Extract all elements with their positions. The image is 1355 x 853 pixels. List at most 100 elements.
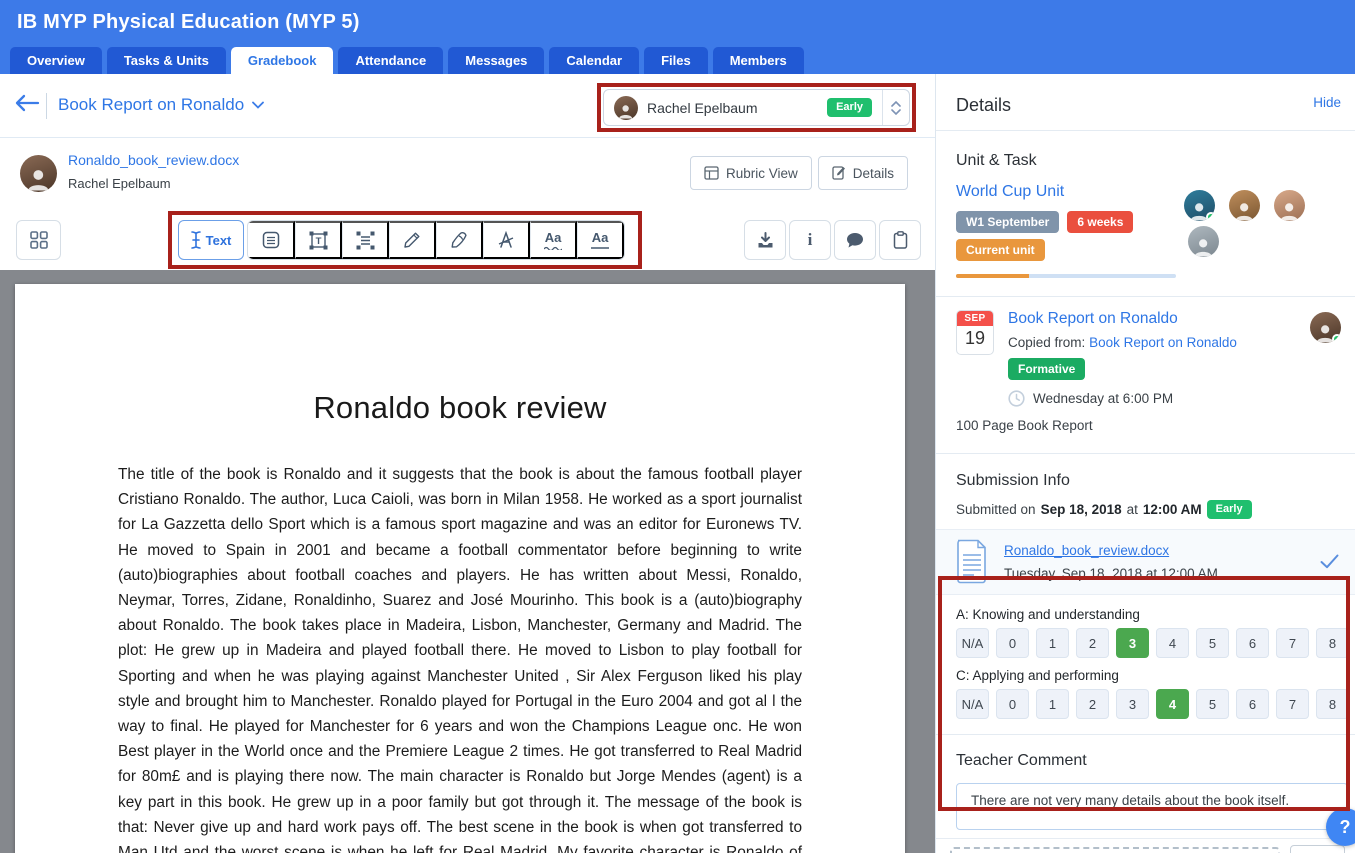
text-select-tool-button[interactable]: Text [178, 220, 244, 260]
avatar [1229, 190, 1260, 221]
document-viewer[interactable]: Ronaldo book review The title of the boo… [0, 270, 935, 853]
unit-progress-bar [956, 274, 1176, 278]
comments-button[interactable] [834, 220, 876, 260]
grade-option[interactable]: 1 [1036, 628, 1069, 658]
chevron-up-icon [891, 101, 901, 107]
task-title-text: Book Report on Ronaldo [58, 95, 244, 115]
grade-option[interactable]: 4 [1156, 628, 1189, 658]
underline-tool-button[interactable]: Aa [577, 221, 624, 259]
copied-from-link[interactable]: Book Report on Ronaldo [1089, 335, 1237, 350]
grade-option[interactable]: 7 [1276, 689, 1309, 719]
calendar-day: 19 [957, 326, 993, 352]
grade-option[interactable]: 5 [1196, 628, 1229, 658]
avatar [1184, 190, 1215, 221]
lines-box-icon [356, 231, 375, 250]
grade-option[interactable]: 3 [1116, 689, 1149, 719]
tab-tasks-units[interactable]: Tasks & Units [107, 47, 226, 74]
tab-messages[interactable]: Messages [448, 47, 544, 74]
text-box-tool-button[interactable]: T [295, 221, 342, 259]
rubric-view-label: Rubric View [726, 166, 798, 181]
grading-section: A: Knowing and understanding N/A 0 1 2 3… [936, 595, 1355, 735]
squiggly-aa-glyph: Aa [545, 231, 562, 244]
formative-badge: Formative [1008, 358, 1085, 380]
file-dropzone[interactable] [950, 847, 1280, 853]
grade-option[interactable]: 1 [1036, 689, 1069, 719]
strikethrough-icon [497, 231, 515, 249]
clipboard-button[interactable] [879, 220, 921, 260]
grade-option[interactable]: 0 [996, 689, 1029, 719]
tab-attendance[interactable]: Attendance [338, 47, 443, 74]
submitted-time: 12:00 AM [1143, 502, 1202, 517]
tab-gradebook[interactable]: Gradebook [231, 47, 334, 74]
teacher-comment-heading: Teacher Comment [956, 752, 1342, 770]
underline-line-icon [591, 247, 609, 249]
unit-progress-fill [956, 274, 1029, 278]
teacher-comment-section: Teacher Comment There are not very many … [936, 735, 1355, 835]
grade-option[interactable]: 0 [996, 628, 1029, 658]
grade-option[interactable]: 8 [1316, 628, 1349, 658]
teacher-comment-input[interactable]: There are not very many details about th… [956, 783, 1348, 830]
rubric-view-button[interactable]: Rubric View [690, 156, 812, 190]
tab-overview[interactable]: Overview [10, 47, 102, 74]
submitted-line: Submitted on Sep 18, 2018 at 12:00 AM Ea… [956, 500, 1335, 519]
due-text: Wednesday at 6:00 PM [1033, 391, 1173, 406]
unit-link[interactable]: World Cup Unit [956, 183, 1064, 201]
criterion-label: A: Knowing and understanding [956, 607, 1335, 622]
tab-calendar[interactable]: Calendar [549, 47, 639, 74]
chevron-down-icon [252, 101, 264, 109]
student-selector-current[interactable]: Rachel Epelbaum Early [604, 90, 882, 125]
dropzone-button[interactable] [1290, 845, 1345, 853]
selector-early-badge: Early [827, 98, 872, 117]
submitted-file-link[interactable]: Ronaldo_book_review.docx [1004, 543, 1169, 558]
grade-option[interactable]: 5 [1196, 689, 1229, 719]
submitted-prefix: Submitted on [956, 502, 1036, 517]
highlighter-tool-button[interactable] [436, 221, 483, 259]
grade-option[interactable]: 7 [1276, 628, 1309, 658]
task-title-dropdown[interactable]: Book Report on Ronaldo [58, 95, 264, 115]
selector-student-name: Rachel Epelbaum [647, 100, 818, 116]
thumbnails-grid-button[interactable] [16, 220, 61, 260]
submission-author: Rachel Epelbaum [68, 176, 171, 191]
note-tool-button[interactable] [248, 221, 295, 259]
squiggly-underline-tool-button[interactable]: Aa [530, 221, 577, 259]
underline-aa-glyph: Aa [592, 231, 609, 244]
text-tool-label: Text [206, 233, 232, 248]
grade-option[interactable]: 6 [1236, 628, 1269, 658]
info-icon: i [808, 230, 813, 250]
course-title: IB MYP Physical Education (MYP 5) [0, 0, 1355, 34]
strikethrough-tool-button[interactable] [483, 221, 530, 259]
grade-option[interactable]: 8 [1316, 689, 1349, 719]
course-header: IB MYP Physical Education (MYP 5) [0, 0, 1355, 46]
submission-file-header: Ronaldo_book_review.docx Rachel Epelbaum… [0, 138, 935, 210]
unit-task-heading: Unit & Task [956, 152, 1335, 170]
grade-option[interactable]: 6 [1236, 689, 1269, 719]
task-link[interactable]: Book Report on Ronaldo [1008, 310, 1178, 327]
submitted-at: at [1127, 502, 1138, 517]
grade-option[interactable]: N/A [956, 689, 989, 719]
grade-option[interactable]: 4 [1156, 689, 1189, 719]
pencil-icon [403, 231, 421, 249]
details-title: Details [956, 95, 1011, 116]
info-button[interactable]: i [789, 220, 831, 260]
tab-files[interactable]: Files [644, 47, 708, 74]
submission-info-heading: Submission Info [956, 472, 1335, 490]
tab-members[interactable]: Members [713, 47, 804, 74]
callout-box-tool-button[interactable] [342, 221, 389, 259]
gradebook-app: IB MYP Physical Education (MYP 5) Overvi… [0, 0, 1355, 853]
hide-link[interactable]: Hide [1313, 95, 1341, 110]
document-title: Ronaldo book review [118, 390, 802, 426]
submission-file-link[interactable]: Ronaldo_book_review.docx [68, 152, 239, 168]
svg-text:T: T [315, 236, 321, 247]
grade-option[interactable]: 2 [1076, 628, 1109, 658]
download-button[interactable] [744, 220, 786, 260]
divider [46, 93, 47, 119]
pencil-tool-button[interactable] [389, 221, 436, 259]
task-description: 100 Page Book Report [956, 418, 1335, 433]
unit-task-section: Unit & Task World Cup Unit W1 September … [936, 131, 1355, 297]
grade-option[interactable]: 3 [1116, 628, 1149, 658]
back-arrow-icon[interactable] [14, 94, 40, 117]
grade-option[interactable]: N/A [956, 628, 989, 658]
grade-option[interactable]: 2 [1076, 689, 1109, 719]
details-button[interactable]: Details [818, 156, 908, 190]
student-stepper[interactable] [882, 90, 909, 125]
